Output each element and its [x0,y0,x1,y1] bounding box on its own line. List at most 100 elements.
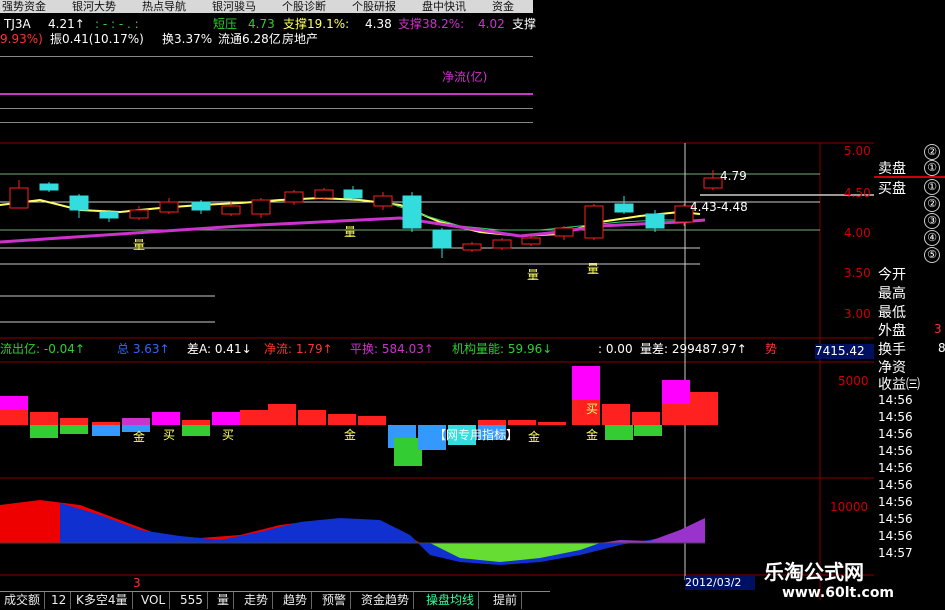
buy-label: 买盘 [878,181,906,197]
candle [39,183,59,191]
stat-earnings: 收益㈢ [878,377,920,393]
status-outflow: 流出亿: -0.04↑ [0,342,85,356]
date-box: 2012/03/2 [685,576,755,590]
scale-4.50: 4.50 [844,186,871,200]
amplitude: 振0.41(10.17%) [50,32,144,46]
flow-bar [632,412,660,425]
flow-bar [152,412,180,425]
candle [343,189,363,199]
flow-bar [605,425,633,440]
area-purple [600,518,705,543]
bottom-tab[interactable]: 走势 [240,592,274,609]
tab-flash-news[interactable]: 盘中快讯 [422,0,466,13]
status-diff-a: 差A: 0.41↓ [187,342,252,356]
bottom-tab[interactable]: 预警 [318,592,352,609]
stat-outer-value: 3 [934,322,942,336]
flow-bar [572,366,600,400]
chart-label-4: 量 [587,262,600,276]
tab-stock-research[interactable]: 个股研报 [352,0,396,13]
candle [432,229,452,249]
tab-fund[interactable]: 资金 [492,0,514,13]
rank-top-1: ① [924,160,940,176]
overlay-line-1 [0,56,533,57]
bottom-left-mark: 3 [133,576,141,590]
bottom-tab[interactable]: 量 [213,592,235,609]
status-inst-power: 机构量能: 59.96↓ [452,342,553,356]
tab-galaxy-horse[interactable]: 银河骏马 [212,0,256,13]
flow-bar [240,410,268,425]
chart-label-2: 量 [344,225,357,239]
tab-stock-diagnose[interactable]: 个股诊断 [282,0,326,13]
support-value: 4.38 [365,17,392,31]
candle [614,203,634,213]
chart-label-3: 量 [527,268,540,282]
rank-top-2: ② [924,144,940,160]
candle [521,237,541,245]
bottom-tab[interactable]: 资金趋势 [357,592,415,609]
rank-bottom-1: ① [924,179,940,195]
bottom-tab[interactable]: 12 [47,592,72,609]
scale-4.00: 4.00 [844,226,871,240]
signal-1: 金 [133,430,146,444]
bottom-tab[interactable]: 555 [176,592,208,609]
overlay-line-2 [0,93,533,95]
stat-turnover: 换手 [878,342,906,358]
bottom-tab[interactable]: 趋势 [279,592,313,609]
candlestick-series [9,170,723,258]
chart-label-1: 量 [133,238,146,252]
bottom-indicator-tabs: 成交额 12 K多空4量 VOL 555 量走势 趋势 预警 资金趋势 操盘均线 提前 [0,591,550,610]
candle [191,201,211,211]
stat-outer: 外盘 [878,323,906,339]
status-tail: 势 [765,342,778,356]
flow-bar [92,422,120,425]
support-label: 支撑19.1%: [283,17,350,31]
bottom-tab[interactable]: 提前 [489,592,523,609]
flow-bar [328,414,356,425]
candle [554,227,574,237]
bottom-tab[interactable]: K多空4量 [72,592,133,609]
area-blue [60,503,705,565]
candle [492,239,512,249]
candle [251,199,271,215]
watermark-title: 乐淘公式网 [764,560,864,584]
support2-value: 4.02 [478,17,505,31]
flow-bar [30,425,58,438]
tick-time: 14:56 [878,495,913,509]
bottom-tab[interactable]: VOL [137,592,171,609]
status-vol-diff: 量差: 299487.97↑ [640,342,747,356]
tick-time: 14:56 [878,410,913,424]
flow-bar [60,418,88,425]
bottom-tab[interactable]: 成交额 [0,592,46,609]
status-total: 总 3.63↑ [117,342,170,356]
candle [284,191,304,203]
indicator-value: 4.21↑ [48,17,85,31]
money-flow-bars [0,366,718,466]
net-flow-label: 净流(亿) [442,70,488,84]
sell-label: 卖盘 [878,161,906,177]
scale-3.50: 3.50 [844,266,871,280]
overlay-line-3 [0,108,533,109]
top-tab-bar: 强势资金 银河大势 热点导航 银河骏马 个股诊断 个股研报 盘中快讯 资金 [0,0,533,13]
tab-strong-fund[interactable]: 强势资金 [2,0,46,13]
flow-bar [122,418,150,425]
tab-galaxy-trend[interactable]: 银河大势 [72,0,116,13]
rank-bottom-5: ⑤ [924,247,940,263]
pct-change: 9.93%) [0,32,43,46]
candle [584,205,604,239]
stat-open: 今开 [878,267,906,283]
rank-bottom-3: ③ [924,213,940,229]
signal-5: 金 [528,430,541,444]
candle [402,195,422,229]
flow-bar [690,392,718,425]
tick-time: 14:56 [878,393,913,407]
support2-label: 支撑38.2%: [398,17,465,31]
tick-time: 14:56 [878,478,913,492]
flow-bar [92,425,120,436]
scale-5000: 5000 [838,374,869,388]
tick-time: 14:56 [878,529,913,543]
stat-low: 最低 [878,305,906,321]
indicator-name: TJ3A [4,17,31,31]
tick-time: 14:56 [878,461,913,475]
bottom-tab[interactable]: 操盘均线 [422,592,480,609]
tab-hot-nav[interactable]: 热点导航 [142,0,186,13]
